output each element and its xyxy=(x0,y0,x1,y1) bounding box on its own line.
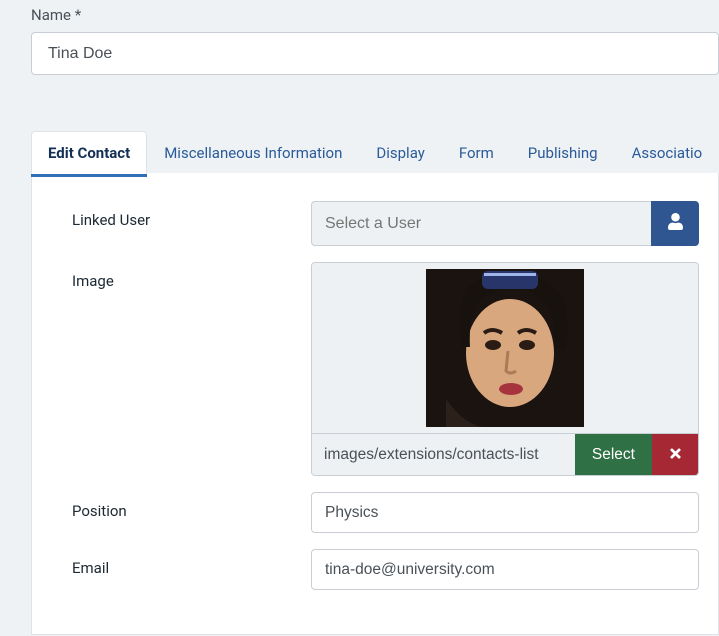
image-field: Select xyxy=(311,262,699,476)
linked-user-input[interactable] xyxy=(311,201,651,246)
tab-bar: Edit Contact Miscellaneous Information D… xyxy=(31,130,719,174)
tab-publishing[interactable]: Publishing xyxy=(511,131,615,174)
photo-icon xyxy=(426,269,584,427)
position-label: Position xyxy=(72,492,311,520)
image-preview xyxy=(312,263,698,433)
tab-label: Associatio xyxy=(632,144,703,162)
tab-label: Form xyxy=(459,144,494,162)
email-label: Email xyxy=(72,549,311,577)
tab-label: Publishing xyxy=(528,144,598,162)
tab-edit-contact[interactable]: Edit Contact xyxy=(31,131,147,174)
image-label: Image xyxy=(72,262,311,290)
image-clear-button[interactable] xyxy=(652,434,698,475)
edit-contact-panel: Linked User Image xyxy=(31,173,719,635)
tab-label: Edit Contact xyxy=(48,144,130,162)
tab-label: Miscellaneous Information xyxy=(164,144,342,162)
name-label: Name * xyxy=(31,0,81,32)
position-input[interactable] xyxy=(311,492,699,533)
name-input[interactable] xyxy=(31,32,719,75)
close-icon xyxy=(668,446,683,464)
linked-user-label: Linked User xyxy=(72,201,311,229)
tab-miscellaneous-information[interactable]: Miscellaneous Information xyxy=(147,131,359,174)
linked-user-select-button[interactable] xyxy=(651,201,699,246)
user-icon xyxy=(668,213,683,234)
tab-associations[interactable]: Associatio xyxy=(615,131,719,174)
image-path-input[interactable] xyxy=(312,434,575,475)
image-select-button[interactable]: Select xyxy=(575,434,652,475)
tab-display[interactable]: Display xyxy=(359,131,441,174)
email-input[interactable] xyxy=(311,549,699,590)
tab-form[interactable]: Form xyxy=(442,131,511,174)
tab-label: Display xyxy=(376,144,424,162)
